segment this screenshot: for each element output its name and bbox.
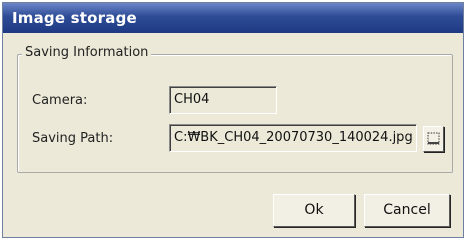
group-legend: Saving Information [22,45,152,60]
ok-button[interactable]: Ok [273,194,355,227]
browse-button[interactable] [423,126,444,152]
cancel-button[interactable]: Cancel [364,194,450,227]
image-storage-dialog: Image storage Saving Information Camera:… [2,2,464,238]
title-bar[interactable]: Image storage [3,3,463,33]
saving-path-field: C:₩BK_CH04_20070730_140024.jpg [169,124,417,152]
camera-label: Camera: [32,93,88,108]
browse-folder-icon [427,132,440,145]
window-title: Image storage [12,9,137,27]
camera-field: CH04 [169,86,277,114]
saving-path-label: Saving Path: [32,131,114,146]
